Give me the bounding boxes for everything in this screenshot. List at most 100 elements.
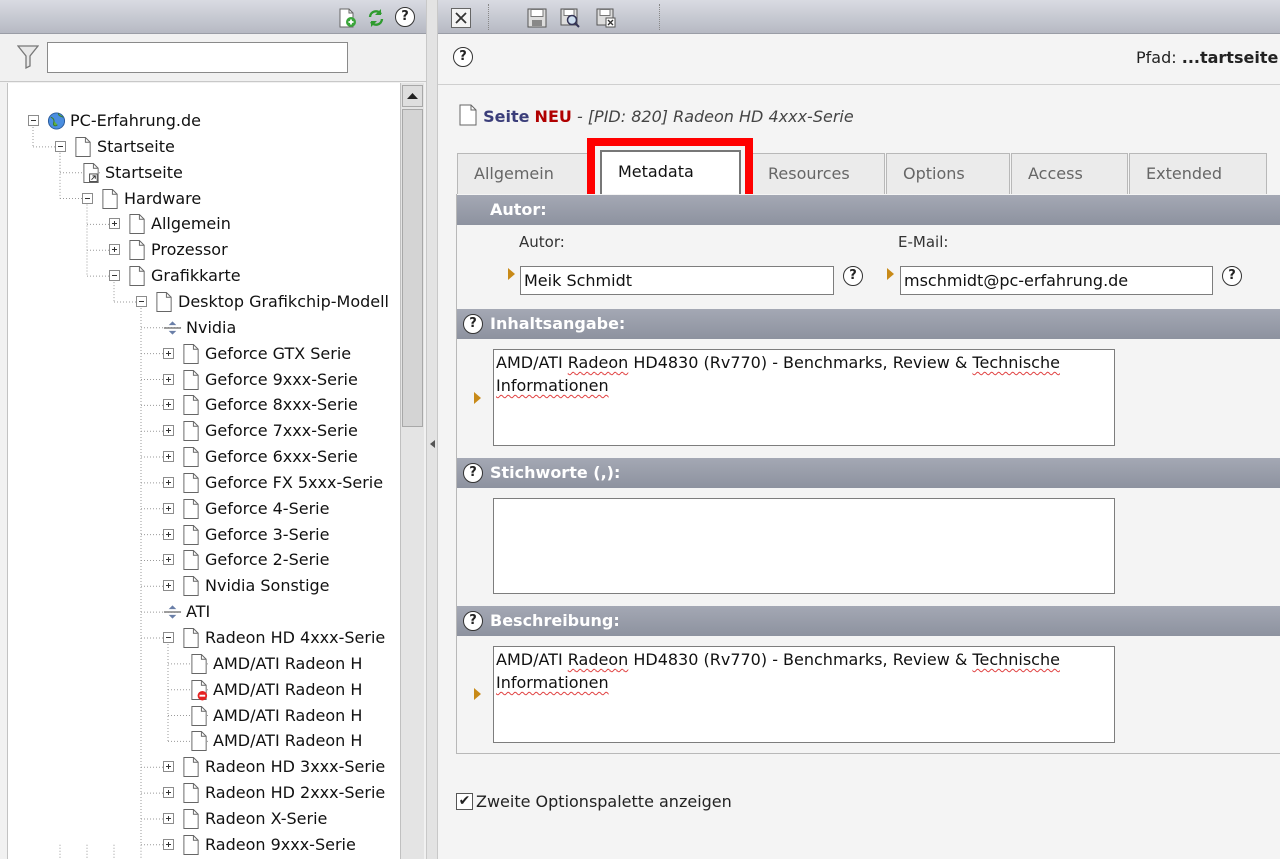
tree-node-label: AMD/ATI Radeon H <box>213 653 363 673</box>
filter-icon <box>17 45 39 70</box>
marker-arrow-icon <box>474 392 481 404</box>
tree-node-label: Radeon 9xxx-Serie <box>205 834 356 854</box>
save-view-icon[interactable] <box>560 8 580 28</box>
page-title: Seite NEU - [PID: 820] Radeon HD 4xxx-Se… <box>458 100 854 126</box>
tree-node-label: Grafikkarte <box>151 266 241 286</box>
edit-toolbar <box>438 0 1280 34</box>
page-icon <box>129 240 145 261</box>
page-icon <box>183 808 199 829</box>
help-icon[interactable]: ? <box>843 266 863 286</box>
globe-icon <box>47 112 66 130</box>
help-icon[interactable]: ? <box>1222 266 1242 286</box>
refresh-icon[interactable] <box>366 8 386 28</box>
expand-toggle-icon[interactable] <box>163 476 174 488</box>
tree-node-label: PC-Erfahrung.de <box>70 111 201 130</box>
tree-node-label: Geforce 7xxx-Serie <box>205 421 358 441</box>
author-input[interactable] <box>520 266 834 295</box>
tab-allgemein[interactable]: Allgemein <box>457 153 589 194</box>
page-icon <box>129 214 145 235</box>
expand-toggle-icon[interactable] <box>163 554 174 566</box>
page-icon <box>156 291 172 312</box>
expand-toggle-icon[interactable] <box>163 502 174 514</box>
expand-toggle-icon[interactable] <box>109 244 120 256</box>
collapse-toggle-icon[interactable] <box>82 192 93 204</box>
tree-node-label: Radeon HD 3xxx-Serie <box>205 757 386 777</box>
page-icon <box>459 104 477 126</box>
tab-extended[interactable]: Extended <box>1129 153 1267 194</box>
page-icon <box>183 395 199 416</box>
expand-toggle-icon[interactable] <box>163 580 174 592</box>
close-icon[interactable] <box>451 8 471 28</box>
expand-toggle-icon[interactable] <box>163 425 174 437</box>
new-page-icon[interactable] <box>337 8 357 28</box>
tree-node-label: Geforce 6xxx-Serie <box>205 447 358 467</box>
tab-options[interactable]: Options <box>886 153 1010 194</box>
keywords-textarea[interactable] <box>493 498 1115 594</box>
collapse-toggle-icon[interactable] <box>55 140 66 152</box>
collapse-toggle-icon[interactable] <box>28 115 39 126</box>
email-label: E-Mail: <box>898 233 949 251</box>
shortcut-page-icon <box>83 162 99 183</box>
help-icon[interactable]: ? <box>463 611 483 631</box>
tab-resources[interactable]: Resources <box>751 153 885 194</box>
expand-toggle-icon[interactable] <box>109 218 120 230</box>
tree-node-label: Geforce 4-Serie <box>205 498 330 518</box>
collapse-toggle-icon[interactable] <box>163 632 174 643</box>
separator-icon <box>163 321 182 335</box>
expand-toggle-icon[interactable] <box>163 373 174 385</box>
hidden-page-icon <box>191 679 208 701</box>
tree-toolbar: ? <box>0 0 426 34</box>
expand-toggle-icon[interactable] <box>163 347 174 359</box>
expand-toggle-icon[interactable] <box>163 399 174 411</box>
marker-arrow-icon <box>474 688 481 700</box>
page-icon <box>183 472 199 493</box>
marker-arrow-icon <box>887 268 894 280</box>
tab-access[interactable]: Access <box>1011 153 1128 194</box>
page-icon <box>183 783 199 804</box>
section-abstract: ? Inhaltsangabe: <box>457 309 1280 339</box>
page-icon <box>183 550 199 571</box>
scroll-thumb[interactable] <box>402 109 423 427</box>
separator-icon <box>163 605 182 619</box>
tree-node-label: Desktop Grafikchip-Modell <box>178 291 389 311</box>
help-icon[interactable]: ? <box>463 463 483 483</box>
expand-toggle-icon[interactable] <box>163 451 174 463</box>
collapse-toggle-icon[interactable] <box>136 295 147 307</box>
second-options-checkbox[interactable]: ✔ <box>456 793 473 810</box>
help-icon[interactable]: ? <box>453 47 473 67</box>
expand-toggle-icon[interactable] <box>163 787 174 799</box>
page-icon <box>183 576 199 597</box>
tree-filter-row <box>0 34 426 82</box>
page-icon <box>183 628 199 648</box>
section-keywords: ? Stichworte (,): <box>457 458 1280 488</box>
tree-node-label: Radeon X-Serie <box>205 808 328 828</box>
page-icon <box>75 136 91 157</box>
tree-node-label: Startseite <box>105 162 183 182</box>
tree-node-label: AMD/ATI Radeon H <box>213 705 363 725</box>
help-icon[interactable]: ? <box>463 314 483 334</box>
collapse-arrow-icon[interactable] <box>430 440 435 448</box>
page-icon <box>191 705 207 726</box>
collapse-toggle-icon[interactable] <box>109 270 120 282</box>
expand-toggle-icon[interactable] <box>163 528 174 540</box>
save-icon[interactable] <box>527 8 547 28</box>
expand-toggle-icon[interactable] <box>163 761 174 773</box>
arrow-up-icon <box>407 93 418 99</box>
page-icon <box>183 343 199 364</box>
page-tree: PC-Erfahrung.de Startseite Startseite Hardw… <box>7 83 424 859</box>
save-close-icon[interactable] <box>596 8 616 28</box>
help-icon[interactable]: ? <box>395 7 415 27</box>
expand-toggle-icon[interactable] <box>163 812 174 824</box>
section-description: ? Beschreibung: <box>457 606 1280 636</box>
tree-node-label: Geforce 9xxx-Serie <box>205 369 358 389</box>
pane-splitter[interactable] <box>426 0 438 859</box>
abstract-textarea[interactable]: AMD/ATI Radeon HD4830 (Rv770) - Benchmar… <box>493 349 1115 446</box>
expand-toggle-icon[interactable] <box>163 838 174 850</box>
tree-node-label: Geforce FX 5xxx-Serie <box>205 472 384 492</box>
tree-filter-input[interactable] <box>47 42 348 73</box>
description-textarea[interactable]: AMD/ATI Radeon HD4830 (Rv770) - Benchmar… <box>493 646 1115 743</box>
scroll-up-button[interactable] <box>402 85 423 107</box>
tree-node-label: Allgemein <box>151 214 231 234</box>
email-input[interactable] <box>900 266 1213 295</box>
tree-scrollbar[interactable] <box>400 83 424 859</box>
